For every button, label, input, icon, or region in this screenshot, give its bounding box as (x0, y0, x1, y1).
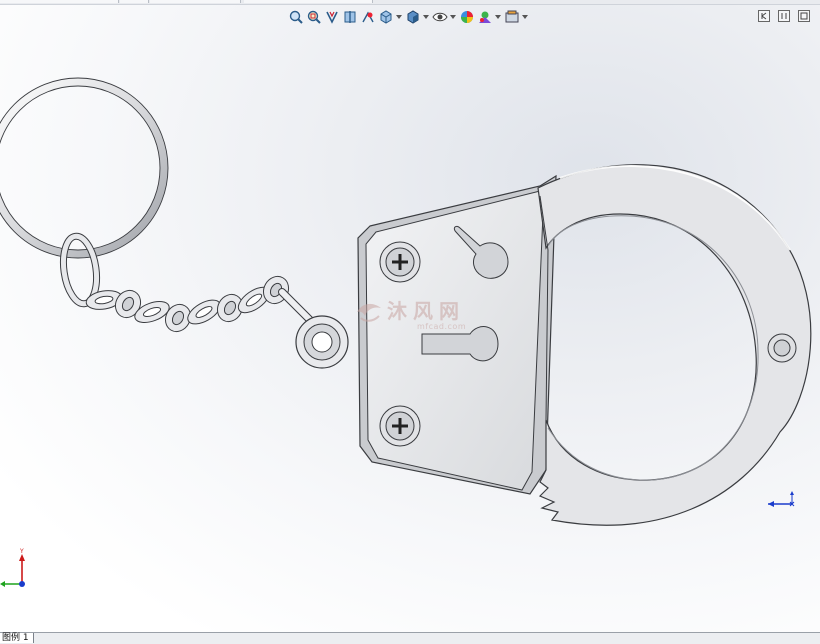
view-orientation-dropdown-icon[interactable] (395, 8, 403, 26)
edit-appearance-icon[interactable] (458, 8, 475, 26)
reference-triad[interactable]: Y (0, 548, 40, 596)
zoom-to-fit-icon[interactable] (287, 8, 304, 26)
sheet-tab-bar: 图例 1 (0, 632, 820, 644)
chain[interactable] (85, 272, 324, 336)
watermark-sub: mfcad.com (417, 322, 467, 331)
apply-scene-dropdown-icon[interactable] (494, 8, 502, 26)
screw-top (379, 241, 421, 283)
triad-y-label: Y (19, 548, 24, 555)
zoom-to-area-icon[interactable] (305, 8, 322, 26)
hide-show-items-icon[interactable] (431, 8, 448, 26)
dynamic-annotation-icon[interactable] (359, 8, 376, 26)
handcuff-shackle[interactable] (537, 164, 812, 526)
screw-bottom (379, 405, 421, 447)
graphics-viewport[interactable]: 沐风网 mfcad.com Y (0, 0, 820, 632)
heads-up-view-toolbar (287, 7, 529, 27)
maximize-pane-icon[interactable] (797, 9, 811, 23)
apply-scene-icon[interactable] (476, 8, 493, 26)
view-orientation-icon[interactable] (377, 8, 394, 26)
watermark-text: 沐风网 (387, 299, 465, 323)
reference-triad-small (768, 491, 795, 507)
view-settings-dropdown-icon[interactable] (521, 8, 529, 26)
handcuff-eyelet[interactable] (295, 315, 349, 369)
view-settings-icon[interactable] (503, 8, 520, 26)
hide-show-dropdown-icon[interactable] (449, 8, 457, 26)
tile-pane-icon[interactable] (777, 9, 791, 23)
section-view-icon[interactable] (341, 8, 358, 26)
previous-view-icon[interactable] (323, 8, 340, 26)
restore-pane-icon[interactable] (757, 9, 771, 23)
display-style-icon[interactable] (404, 8, 421, 26)
sheet-tab[interactable]: 图例 1 (0, 633, 34, 643)
site-watermark: 沐风网 mfcad.com (355, 299, 466, 331)
key-ring[interactable] (0, 77, 169, 259)
handcuff-cheek-plate[interactable] (357, 174, 557, 495)
watermark-logo-icon (357, 303, 381, 322)
display-style-dropdown-icon[interactable] (422, 8, 430, 26)
pane-controls (757, 9, 811, 25)
